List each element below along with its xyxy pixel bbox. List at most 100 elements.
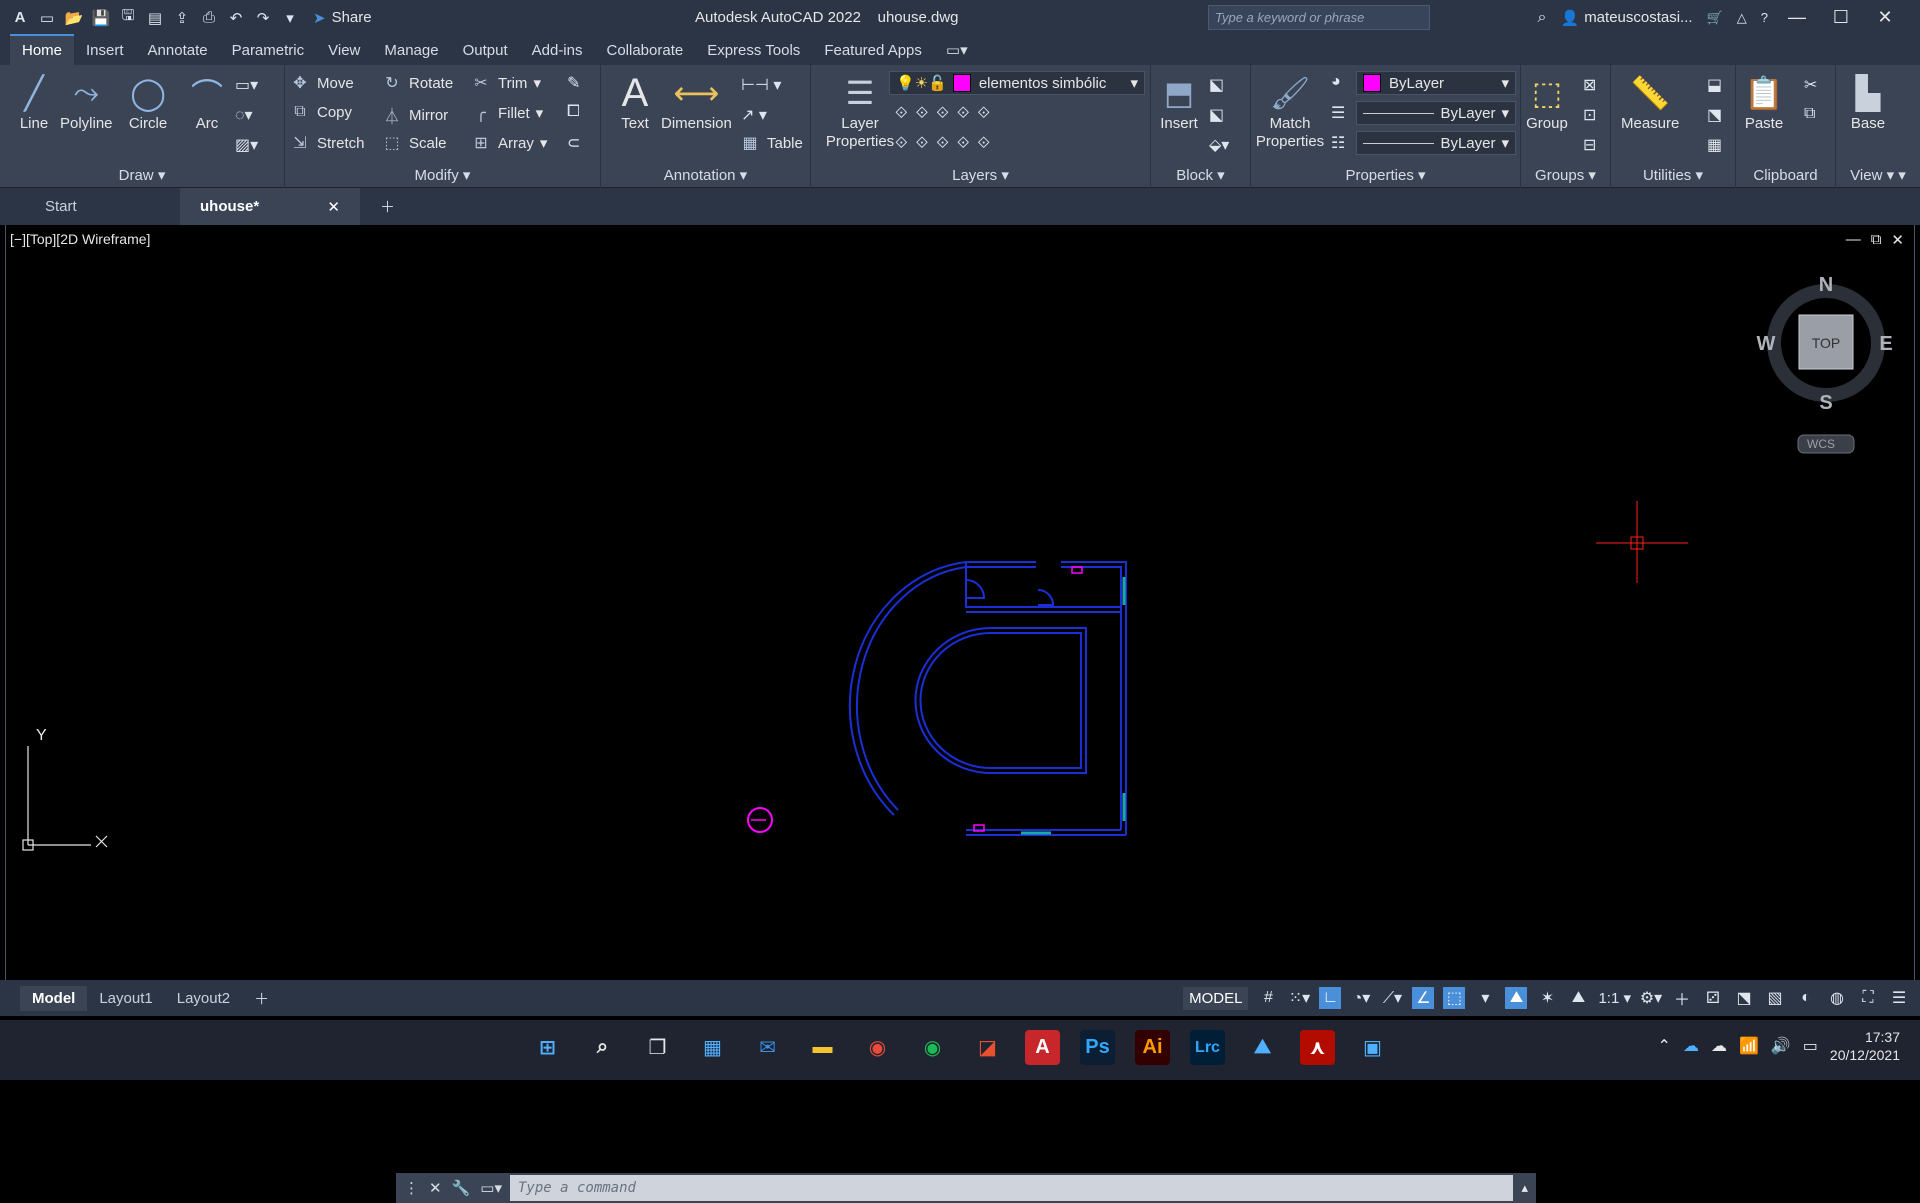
group-edit-icon[interactable]: ⊡: [1583, 105, 1596, 125]
mirror-button[interactable]: ⏃ Mirror: [381, 103, 448, 127]
volume-icon[interactable]: 🔊: [1771, 1036, 1791, 1056]
ortho-icon[interactable]: ∟: [1319, 987, 1342, 1009]
layer-tools-row2-icon[interactable]: ⟐⟐⟐⟐⟐: [895, 135, 998, 153]
office-icon[interactable]: ◪: [970, 1030, 1005, 1065]
mail-icon[interactable]: ✉: [750, 1030, 785, 1065]
clean-screen-icon[interactable]: ⛶: [1857, 987, 1879, 1009]
tab-insert[interactable]: Insert: [74, 36, 136, 65]
autocad-logo-icon[interactable]: A: [10, 8, 30, 28]
tab-manage[interactable]: Manage: [372, 36, 450, 65]
base-button[interactable]: ▙ Base: [1846, 71, 1890, 132]
tab-layout2[interactable]: Layout2: [165, 986, 242, 1011]
photoshop-icon[interactable]: Ps: [1080, 1030, 1115, 1065]
annotation-visibility-icon[interactable]: ⛰: [1505, 987, 1528, 1009]
open-web-icon[interactable]: ▤: [145, 8, 165, 28]
osnap-dropdown-icon[interactable]: ▾: [1474, 987, 1496, 1009]
annotation-monitor-icon[interactable]: ＋: [1671, 987, 1693, 1009]
tab-output[interactable]: Output: [451, 36, 520, 65]
recent-commands-icon[interactable]: ▭▾: [480, 1179, 502, 1197]
ribbon-toggle-icon[interactable]: ▭▾: [934, 35, 980, 65]
task-view-icon[interactable]: ❐: [640, 1030, 675, 1065]
close-command-icon[interactable]: ✕: [429, 1179, 442, 1197]
copy-button[interactable]: ⧉ Copy: [289, 103, 352, 121]
qat-dropdown-icon[interactable]: ▾: [280, 8, 300, 28]
isolate-objects-icon[interactable]: ◍: [1826, 987, 1848, 1009]
units-icon[interactable]: ⚂: [1702, 987, 1724, 1009]
search-icon[interactable]: ⌕: [1538, 9, 1547, 27]
isodraft-icon[interactable]: ⟋▾: [1381, 987, 1403, 1009]
tab-model[interactable]: Model: [20, 985, 88, 1011]
acrobat-icon[interactable]: ⋏: [1300, 1030, 1335, 1065]
wifi-icon[interactable]: 📶: [1739, 1036, 1759, 1056]
paste-button[interactable]: 📋 Paste: [1742, 71, 1786, 132]
lightroom-classic-icon[interactable]: Lrc: [1190, 1030, 1225, 1065]
line-button[interactable]: ╱ Line: [12, 71, 56, 132]
close-tab-icon[interactable]: ✕: [327, 198, 340, 216]
onedrive-icon[interactable]: ☁: [1683, 1036, 1699, 1056]
grid-icon[interactable]: #: [1257, 987, 1279, 1009]
stretch-button[interactable]: ⇲ Stretch: [289, 133, 364, 153]
trim-button[interactable]: ✂ Trim ▾: [470, 73, 541, 93]
tab-uhouse[interactable]: uhouse* ✕: [180, 188, 360, 225]
compass-n[interactable]: N: [1819, 274, 1833, 296]
scale-button[interactable]: ⬚ Scale: [381, 133, 446, 153]
cart-icon[interactable]: 🛒: [1707, 10, 1723, 26]
linetype-dropdown[interactable]: ByLayer ▾: [1356, 131, 1516, 155]
ungroup-icon[interactable]: ⊠: [1583, 75, 1596, 95]
tab-collaborate[interactable]: Collaborate: [594, 36, 695, 65]
text-button[interactable]: A Text: [613, 71, 657, 133]
offset-icon[interactable]: ⊂: [567, 133, 580, 153]
dimension-button[interactable]: ⟷ Dimension: [661, 71, 732, 132]
save-icon[interactable]: 💾: [91, 8, 111, 28]
start-menu-icon[interactable]: ⊞: [530, 1030, 565, 1065]
door-swing-1[interactable]: [965, 579, 986, 599]
workspace-gear-icon[interactable]: ⚙▾: [1640, 987, 1662, 1009]
rotate-button[interactable]: ↻ Rotate: [381, 73, 453, 93]
outer-curved-wall-inner[interactable]: [855, 566, 967, 811]
illustrator-icon[interactable]: Ai: [1135, 1030, 1170, 1065]
create-block-icon[interactable]: ⬕: [1209, 75, 1224, 95]
annotation-panel-title[interactable]: Annotation ▾: [601, 166, 810, 184]
photos-icon[interactable]: ⛰: [1245, 1030, 1280, 1065]
gradient-icon[interactable]: ▨▾: [235, 135, 258, 155]
copy-clip-icon[interactable]: ⧉: [1804, 105, 1815, 123]
customize-wrench-icon[interactable]: 🔧: [452, 1179, 471, 1197]
object-snap-icon[interactable]: ⬚: [1443, 987, 1466, 1009]
compass-w[interactable]: W: [1757, 333, 1776, 355]
cut-icon[interactable]: ✂: [1804, 75, 1817, 95]
file-explorer-icon[interactable]: ▬: [805, 1030, 840, 1065]
fillet-button[interactable]: ╭ Fillet ▾: [470, 103, 543, 123]
hatch-icon[interactable]: ◌▾: [235, 105, 253, 125]
close-icon[interactable]: ✕: [1870, 7, 1900, 28]
autocad-taskbar-icon[interactable]: A: [1025, 1030, 1060, 1065]
grip-handle-icon[interactable]: ⋮: [404, 1179, 419, 1197]
layers-panel-title[interactable]: Layers ▾: [811, 166, 1150, 184]
inner-room-outline[interactable]: [914, 627, 1087, 774]
new-file-icon[interactable]: ▭: [37, 8, 57, 28]
snap-icon[interactable]: ⁙▾: [1288, 987, 1310, 1009]
arc-button[interactable]: ⌒ Arc: [185, 71, 229, 132]
circle-button[interactable]: ◯ Circle: [126, 71, 170, 132]
modify-panel-title[interactable]: Modify ▾: [285, 166, 600, 184]
tab-annotate[interactable]: Annotate: [136, 36, 220, 65]
lineweight-dropdown[interactable]: ByLayer ▾: [1356, 101, 1516, 125]
lock-ui-icon[interactable]: ▧: [1764, 987, 1786, 1009]
table-button[interactable]: ▦ Table: [739, 133, 802, 153]
tab-express-tools[interactable]: Express Tools: [695, 36, 812, 65]
hardware-acceleration-icon[interactable]: ◐: [1795, 987, 1817, 1009]
polyline-button[interactable]: ⤳ Polyline: [60, 71, 113, 132]
utilities-panel-title[interactable]: Utilities ▾: [1611, 166, 1735, 184]
spotify-icon[interactable]: ◉: [915, 1030, 950, 1065]
layer-tools-row1-icon[interactable]: ⟐⟐⟐⟐⟐: [895, 105, 998, 123]
add-layout-button[interactable]: ＋: [242, 984, 281, 1013]
save-as-icon[interactable]: 🖫: [118, 7, 138, 28]
minimize-icon[interactable]: —: [1782, 7, 1812, 28]
redo-icon[interactable]: ↷: [253, 8, 273, 28]
linear-dim-icon[interactable]: ⊢⊣ ▾: [741, 75, 781, 95]
outer-curved-wall[interactable]: [848, 561, 967, 816]
quick-properties-icon[interactable]: ⬔: [1733, 987, 1755, 1009]
calculator-icon[interactable]: ▦: [1707, 135, 1722, 155]
match-properties-button[interactable]: 🖌 Match Properties: [1255, 71, 1325, 151]
autodesk-icon[interactable]: △: [1737, 10, 1747, 26]
chrome-icon[interactable]: ◉: [860, 1030, 895, 1065]
